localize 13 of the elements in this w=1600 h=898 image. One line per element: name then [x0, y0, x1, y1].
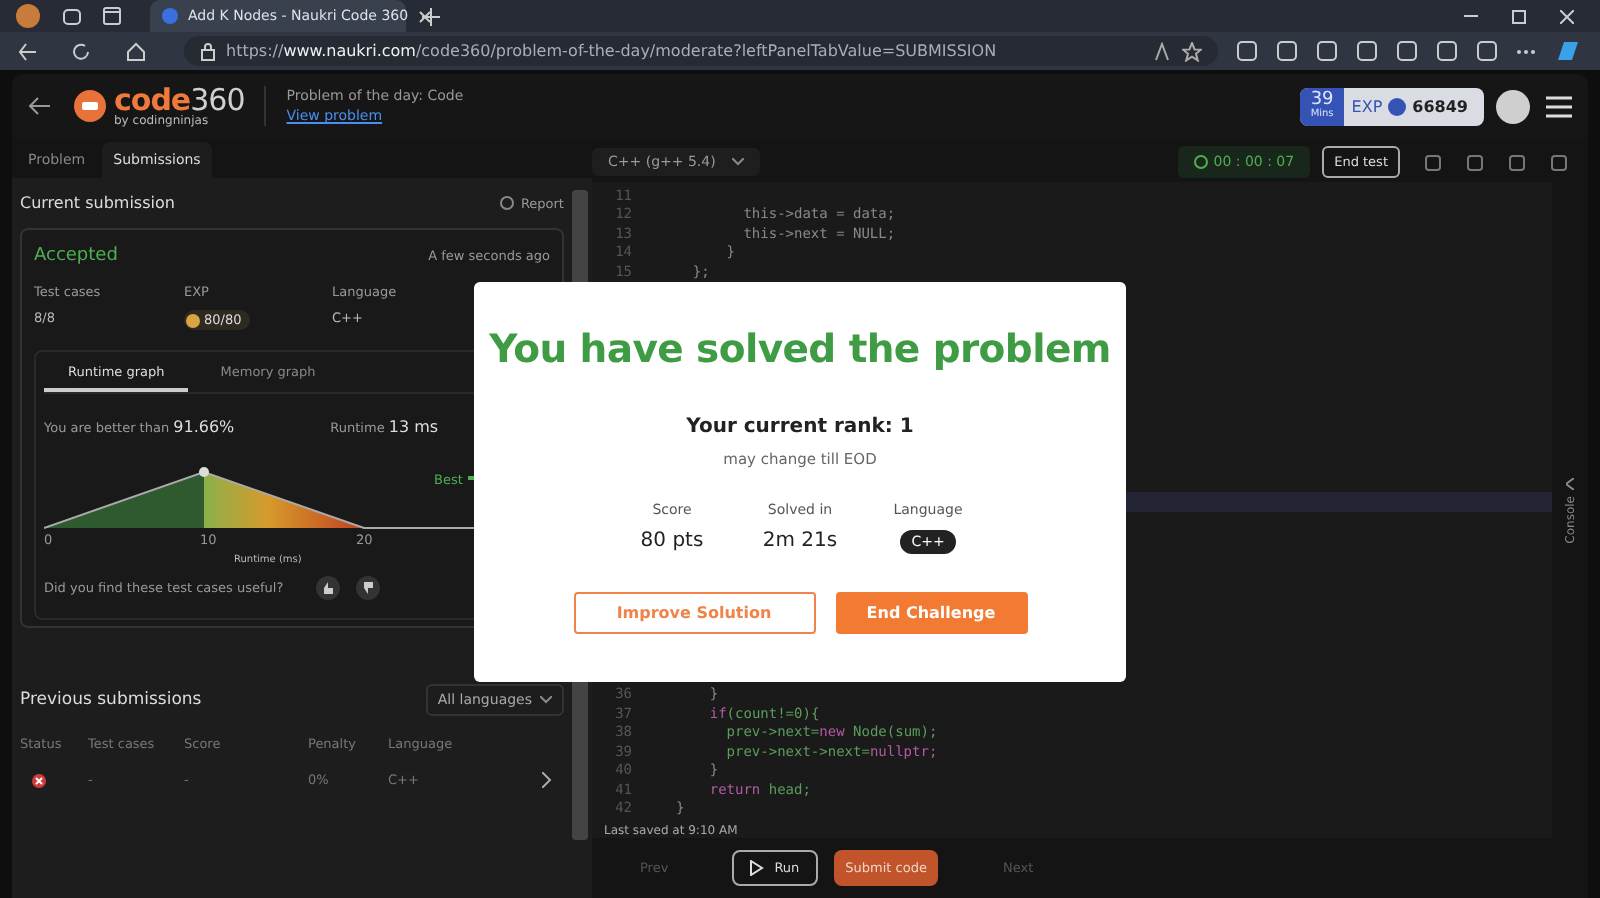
section-title: Current submission	[20, 194, 175, 212]
exp-label: EXP	[1351, 97, 1383, 115]
exp-value: 66849	[1412, 97, 1468, 115]
stat-value: 2m 21s	[762, 530, 838, 554]
rank-text: Your current rank: 1	[686, 416, 914, 438]
url-text: https://www.naukri.com/code360/problem-of-the-day/moderate?leftPanelTabValue=SUBMISSION	[226, 42, 999, 60]
verdict-text: Accepted	[34, 246, 118, 266]
logo-text: code	[114, 85, 191, 115]
section-title: Previous submissions	[20, 690, 202, 710]
logo-number: 360	[190, 85, 245, 115]
time-value: 39	[1310, 92, 1334, 110]
stat-value: 80 pts	[640, 530, 704, 554]
success-title: You have solved the problem	[489, 326, 1111, 372]
